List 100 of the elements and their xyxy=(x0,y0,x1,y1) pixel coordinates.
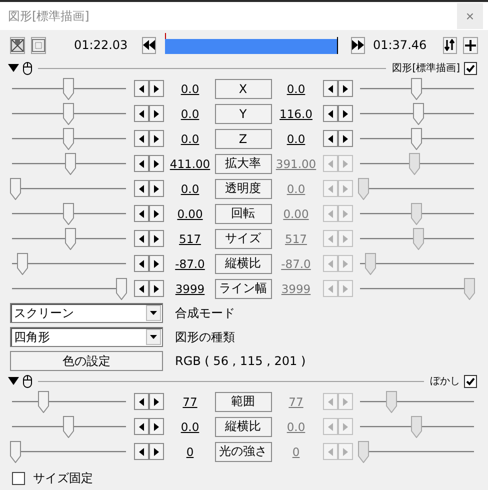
start-value[interactable]: 0.0 xyxy=(180,82,200,96)
slider-thumb[interactable] xyxy=(358,440,369,462)
next-button[interactable] xyxy=(350,36,365,54)
start-value[interactable]: 0.0 xyxy=(180,106,200,120)
end-value[interactable]: 0.0 xyxy=(286,132,306,146)
slider-track[interactable] xyxy=(10,390,126,412)
parameter-button[interactable]: 回転 xyxy=(214,204,272,224)
decrease-button[interactable] xyxy=(134,105,149,122)
slider-thumb[interactable] xyxy=(63,416,74,438)
slider-thumb[interactable] xyxy=(63,128,74,150)
start-value[interactable]: 0.0 xyxy=(180,420,200,434)
slider-track[interactable] xyxy=(10,178,126,200)
decrease-button[interactable] xyxy=(323,130,338,147)
slider-thumb[interactable] xyxy=(65,228,76,250)
slider-track[interactable] xyxy=(10,416,126,438)
end-value[interactable]: 0 xyxy=(292,444,300,458)
parameter-button[interactable]: サイズ xyxy=(214,228,272,248)
slider-thumb[interactable] xyxy=(411,416,422,438)
decrease-button[interactable] xyxy=(323,80,338,97)
end-value[interactable]: 77 xyxy=(288,394,304,408)
increase-button[interactable] xyxy=(338,130,353,147)
decrease-button[interactable] xyxy=(134,180,149,197)
increase-button[interactable] xyxy=(149,105,164,122)
end-value[interactable]: 0.0 xyxy=(286,82,306,96)
color-settings-button[interactable]: 色の設定 xyxy=(10,351,163,371)
increase-button[interactable] xyxy=(149,205,164,222)
parameter-button[interactable]: 縦横比 xyxy=(214,416,272,436)
end-value[interactable]: 3999 xyxy=(281,282,311,296)
increase-button[interactable] xyxy=(149,255,164,272)
start-value[interactable]: 0.00 xyxy=(177,206,203,220)
slider-track[interactable] xyxy=(358,152,474,174)
decrease-button[interactable] xyxy=(134,280,149,297)
decrease-button[interactable] xyxy=(134,230,149,247)
dropdown[interactable]: スクリーン xyxy=(10,303,163,323)
increase-button[interactable] xyxy=(149,280,164,297)
slider-track[interactable] xyxy=(10,152,126,174)
increase-button[interactable] xyxy=(149,80,164,97)
slider-thumb[interactable] xyxy=(365,252,376,274)
slider-track[interactable] xyxy=(10,128,126,150)
slider-track[interactable] xyxy=(358,102,474,124)
start-value[interactable]: 3999 xyxy=(175,282,205,296)
decrease-button[interactable] xyxy=(134,130,149,147)
increase-button[interactable] xyxy=(338,105,353,122)
slider-track[interactable] xyxy=(10,102,126,124)
close-button[interactable]: × xyxy=(457,3,483,29)
slider-thumb[interactable] xyxy=(10,178,21,200)
slider-track[interactable] xyxy=(10,440,126,462)
slider-track[interactable] xyxy=(10,278,126,300)
start-value[interactable]: 517 xyxy=(179,232,201,246)
slider-thumb[interactable] xyxy=(464,278,475,300)
slider-thumb[interactable] xyxy=(411,78,422,100)
playhead-marker[interactable] xyxy=(164,32,166,38)
slider-track[interactable] xyxy=(10,252,126,274)
slider-track[interactable] xyxy=(358,78,474,100)
parameter-button[interactable]: Z xyxy=(214,128,272,148)
parameter-button[interactable]: X xyxy=(214,78,272,98)
decrease-button[interactable] xyxy=(134,393,149,410)
slider-thumb[interactable] xyxy=(411,202,422,224)
slider-track[interactable] xyxy=(358,228,474,250)
decrease-button[interactable] xyxy=(134,443,149,460)
slider-thumb[interactable] xyxy=(10,440,21,462)
increase-button[interactable] xyxy=(149,418,164,435)
start-value[interactable]: 0.0 xyxy=(180,132,200,146)
end-value[interactable]: 517 xyxy=(285,232,307,246)
collapse-triangle-icon[interactable] xyxy=(8,64,19,72)
slider-thumb[interactable] xyxy=(358,178,369,200)
add-button[interactable] xyxy=(463,36,478,54)
decrease-button[interactable] xyxy=(134,255,149,272)
slider-thumb[interactable] xyxy=(386,390,397,412)
start-value[interactable]: 411.00 xyxy=(170,156,210,170)
increase-button[interactable] xyxy=(149,130,164,147)
slider-thumb[interactable] xyxy=(413,228,424,250)
increase-button[interactable] xyxy=(338,80,353,97)
end-value[interactable]: 391.00 xyxy=(276,156,316,170)
end-value[interactable]: 0.0 xyxy=(286,182,306,196)
slider-thumb[interactable] xyxy=(65,152,76,174)
checkbox[interactable] xyxy=(464,374,477,388)
increase-button[interactable] xyxy=(149,443,164,460)
slider-track[interactable] xyxy=(358,252,474,274)
parameter-button[interactable]: 透明度 xyxy=(214,178,272,198)
decrease-button[interactable] xyxy=(134,80,149,97)
slider-thumb[interactable] xyxy=(413,102,424,124)
increase-button[interactable] xyxy=(149,155,164,172)
decrease-button[interactable] xyxy=(134,205,149,222)
parameter-button[interactable]: 拡大率 xyxy=(214,154,272,174)
parameter-button[interactable]: 範囲 xyxy=(214,392,272,412)
slider-thumb[interactable] xyxy=(411,128,422,150)
tool-button[interactable] xyxy=(10,36,25,54)
slider-thumb[interactable] xyxy=(17,252,28,274)
slider-track[interactable] xyxy=(358,278,474,300)
decrease-button[interactable] xyxy=(323,105,338,122)
increase-button[interactable] xyxy=(149,180,164,197)
checkbox[interactable] xyxy=(464,62,477,74)
decrease-button[interactable] xyxy=(134,418,149,435)
end-value[interactable]: 116.0 xyxy=(280,106,312,120)
collapse-triangle-icon[interactable] xyxy=(8,377,19,385)
slider-track[interactable] xyxy=(358,178,474,200)
slider-track[interactable] xyxy=(10,202,126,224)
parameter-button[interactable]: 縦横比 xyxy=(214,254,272,274)
decrease-button[interactable] xyxy=(134,155,149,172)
